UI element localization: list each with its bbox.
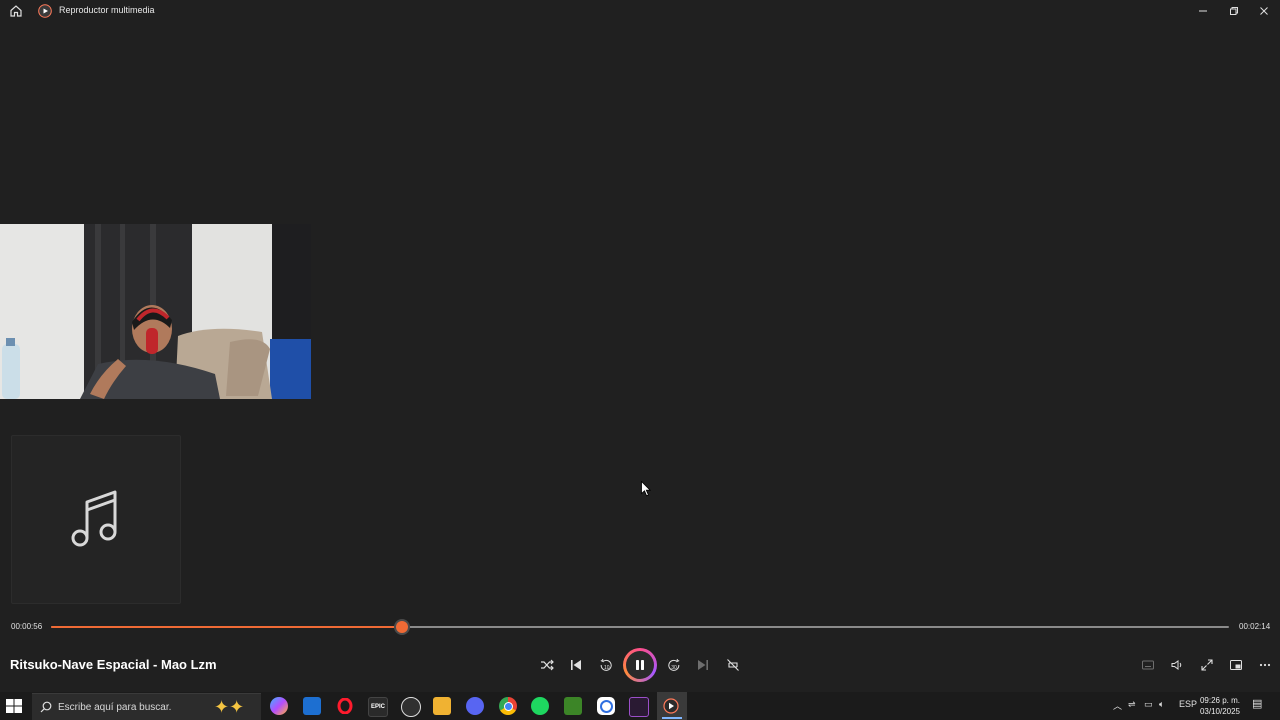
total-time: 00:02:14 [1239, 622, 1271, 631]
file-explorer-icon[interactable] [433, 697, 451, 715]
title-bar: Reproductor multimedia [0, 0, 1280, 22]
play-pause-button[interactable] [623, 648, 657, 682]
home-icon[interactable] [8, 3, 24, 19]
shuffle-button[interactable] [536, 654, 558, 676]
pause-icon [636, 660, 644, 670]
copilot-icon[interactable] [270, 697, 288, 715]
chrome-icon[interactable] [499, 697, 517, 715]
mouse-cursor-icon [641, 481, 651, 497]
seek-bar[interactable] [51, 621, 1229, 633]
obs-icon[interactable] [401, 697, 421, 717]
taskbar-search-box[interactable]: Escribe aquí para buscar. ✦✦ [32, 693, 261, 720]
previous-track-icon [571, 660, 581, 670]
video-frame[interactable] [0, 224, 311, 399]
fullscreen-icon [1201, 659, 1213, 671]
tray-volume-icon[interactable]: 🔈︎ [1159, 699, 1164, 710]
seek-bar-progress [51, 626, 403, 628]
subtitles-button[interactable] [1137, 654, 1159, 676]
restore-button[interactable] [1219, 0, 1249, 22]
seek-bar-thumb[interactable] [396, 621, 409, 633]
tray-language[interactable]: ESP [1179, 699, 1197, 709]
more-options-button[interactable] [1254, 654, 1276, 676]
video-picture [0, 224, 311, 399]
minimize-icon [1199, 10, 1207, 12]
windows-start-icon[interactable] [5, 698, 23, 714]
restore-icon [1230, 7, 1238, 15]
album-art [11, 435, 181, 604]
tray-chevron-icon[interactable]: ︿ [1113, 699, 1122, 712]
clock-time: 09:26 p. m. [1199, 696, 1241, 705]
sparkle-icon: ✦✦ [214, 697, 245, 717]
notifications-icon[interactable]: ▤ [1252, 697, 1262, 710]
rewind-10-button[interactable]: 10 [595, 654, 617, 676]
previous-track-button[interactable] [565, 654, 587, 676]
active-app-indicator [662, 717, 682, 719]
tray-network-icon[interactable]: ⇌ [1128, 699, 1136, 710]
music-note-icon [71, 490, 117, 547]
rewind-icon: 10 [600, 658, 612, 671]
rewind-seconds-label: 10 [604, 665, 610, 671]
volume-button[interactable] [1166, 654, 1188, 676]
media-player-app-icon [38, 4, 52, 18]
search-placeholder: Escribe aquí para buscar. [58, 702, 172, 713]
app-icon[interactable] [597, 697, 615, 715]
app-icon-ring [599, 699, 613, 713]
mail-icon[interactable] [303, 697, 321, 715]
minecraft-icon[interactable] [564, 697, 582, 715]
minimize-button[interactable] [1188, 0, 1218, 22]
fast-forward-icon: 30 [668, 658, 680, 671]
repeat-off-icon [727, 659, 739, 671]
more-icon [1259, 663, 1271, 667]
close-icon [1260, 7, 1268, 15]
volume-icon [1171, 660, 1182, 670]
repeat-button[interactable] [722, 654, 744, 676]
subtitles-icon [1142, 660, 1154, 670]
spotify-icon[interactable] [531, 697, 549, 715]
visual-studio-icon[interactable] [629, 697, 649, 717]
window-title: Reproductor multimedia [59, 5, 155, 15]
elapsed-time: 00:00:56 [11, 622, 43, 631]
clock-date: 03/10/2025 [1199, 707, 1241, 716]
mini-player-button[interactable] [1225, 654, 1247, 676]
discord-icon[interactable] [466, 697, 484, 715]
next-track-icon [698, 660, 708, 670]
song-title: Ritsuko-Nave Espacial - Mao Lzm [10, 657, 217, 672]
forward-seconds-label: 30 [671, 665, 677, 671]
play-pause-inner [626, 651, 654, 679]
search-icon [40, 701, 52, 713]
fullscreen-button[interactable] [1196, 654, 1218, 676]
forward-30-button[interactable]: 30 [663, 654, 685, 676]
opera-logo [337, 698, 353, 714]
epic-games-icon[interactable]: EPIC [368, 697, 388, 717]
mini-player-icon [1230, 660, 1242, 670]
tray-display-icon[interactable]: ▭ [1144, 699, 1153, 710]
next-track-button[interactable] [692, 654, 714, 676]
close-button[interactable] [1249, 0, 1279, 22]
media-player-logo [663, 698, 679, 714]
chrome-center [503, 701, 513, 711]
taskbar-clock[interactable]: 09:26 p. m. 03/10/2025 [1198, 695, 1242, 717]
shuffle-icon [541, 659, 554, 671]
opera-icon[interactable] [336, 697, 354, 715]
media-player-taskbar-icon[interactable] [662, 697, 680, 715]
